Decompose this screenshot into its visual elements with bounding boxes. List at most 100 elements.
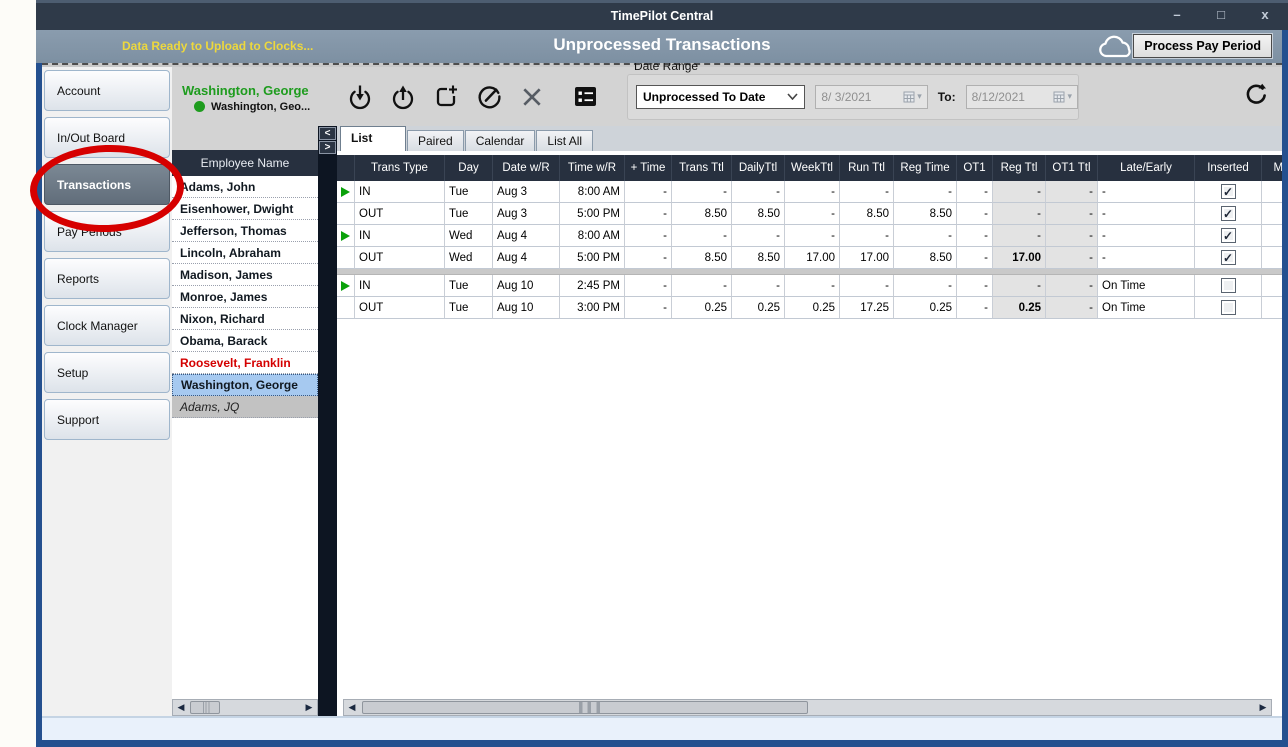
- tab-list-all[interactable]: List All: [536, 130, 593, 151]
- window-border-right: [1282, 30, 1288, 747]
- cell-trans_ttl: 8.50: [672, 203, 732, 225]
- column-header-daily_ttl[interactable]: DailyTtl: [732, 155, 785, 181]
- cell-reg_ttl: 17.00: [993, 247, 1046, 269]
- employee-list-item[interactable]: Lincoln, Abraham: [172, 242, 318, 264]
- to-date-field[interactable]: 8/12/2021 ▾: [966, 85, 1078, 109]
- column-header-mo[interactable]: Mo: [1262, 155, 1282, 181]
- employee-list-item[interactable]: Obama, Barack: [172, 330, 318, 352]
- selected-employee-sub-name: Washington, Geo...: [211, 101, 310, 113]
- cell-late_early: -: [1098, 247, 1195, 269]
- column-header-trans_ttl[interactable]: Trans Ttl: [672, 155, 732, 181]
- employee-list-item[interactable]: Jefferson, Thomas: [172, 220, 318, 242]
- inserted-checkbox-checked[interactable]: ✓: [1221, 206, 1236, 221]
- sidebar-item-setup[interactable]: Setup: [44, 352, 170, 393]
- date-range-label: Date Range: [634, 63, 698, 73]
- transaction-row[interactable]: OUTWedAug 45:00 PM-8.508.5017.0017.008.5…: [337, 247, 1282, 269]
- cell-trans_type: IN: [355, 275, 445, 297]
- column-header-ot1_ttl[interactable]: OT1 Ttl: [1046, 155, 1098, 181]
- column-header-day[interactable]: Day: [445, 155, 493, 181]
- calendar-picker-icon: ▾: [903, 91, 922, 103]
- transaction-row[interactable]: INTueAug 38:00 AM----------✓: [337, 181, 1282, 203]
- view-options-icon[interactable]: [571, 83, 599, 111]
- scroll-left-arrow-icon[interactable]: ◀: [173, 700, 189, 715]
- column-header-date_wr[interactable]: Date w/R: [493, 155, 560, 181]
- transaction-row[interactable]: INTueAug 102:45 PM---------On Time: [337, 275, 1282, 297]
- employee-list-item[interactable]: Monroe, James: [172, 286, 318, 308]
- cell-date_wr: Aug 10: [493, 275, 560, 297]
- transaction-row[interactable]: OUTTueAug 35:00 PM-8.508.50-8.508.50----…: [337, 203, 1282, 225]
- column-header-run_ttl[interactable]: Run Ttl: [840, 155, 894, 181]
- cell-week_ttl: 0.25: [785, 297, 840, 319]
- employee-list-item[interactable]: Nixon, Richard: [172, 308, 318, 330]
- tab-list[interactable]: List: [340, 126, 406, 151]
- tab-paired[interactable]: Paired: [407, 130, 464, 151]
- employee-list-item[interactable]: Washington, George: [172, 374, 318, 396]
- column-header-late_early[interactable]: Late/Early: [1098, 155, 1195, 181]
- minimize-button[interactable]: –: [1168, 7, 1186, 22]
- refresh-icon[interactable]: [1245, 83, 1268, 111]
- clock-out-icon[interactable]: [389, 83, 417, 111]
- employee-panel: Employee Name Adams, JohnEisenhower, Dwi…: [172, 126, 318, 716]
- cell-trans_ttl: -: [672, 275, 732, 297]
- column-header-time_wr[interactable]: Time w/R: [560, 155, 625, 181]
- sidebar-item-pay-periods[interactable]: Pay Periods: [44, 211, 170, 252]
- column-header-week_ttl[interactable]: WeekTtl: [785, 155, 840, 181]
- column-header-reg_ttl[interactable]: Reg Ttl: [993, 155, 1046, 181]
- employee-list-item[interactable]: Eisenhower, Dwight: [172, 198, 318, 220]
- collapse-panel-left-button[interactable]: <: [319, 127, 336, 140]
- sidebar-item-in-out-board[interactable]: In/Out Board: [44, 117, 170, 158]
- sidebar-item-reports[interactable]: Reports: [44, 258, 170, 299]
- transaction-row[interactable]: OUTTueAug 103:00 PM-0.250.250.2517.250.2…: [337, 297, 1282, 319]
- inserted-checkbox-checked[interactable]: ✓: [1221, 184, 1236, 199]
- transaction-row[interactable]: INWedAug 48:00 AM----------✓: [337, 225, 1282, 247]
- employee-list-item[interactable]: Adams, JQ: [172, 396, 318, 418]
- date-range-preset-dropdown[interactable]: Unprocessed To Date: [636, 85, 805, 109]
- close-button[interactable]: x: [1256, 7, 1274, 22]
- sidebar-item-account[interactable]: Account: [44, 70, 170, 111]
- process-pay-period-button[interactable]: Process Pay Period: [1133, 34, 1272, 58]
- clock-in-icon[interactable]: [346, 83, 374, 111]
- cloud-icon[interactable]: [1096, 35, 1136, 65]
- main-area: Account In/Out Board Transactions Pay Perio…: [42, 63, 1282, 740]
- employee-list-item[interactable]: Madison, James: [172, 264, 318, 286]
- add-transaction-icon[interactable]: [432, 83, 460, 111]
- employee-list-item[interactable]: Roosevelt, Franklin: [172, 352, 318, 374]
- scroll-right-arrow-icon[interactable]: ▶: [301, 700, 317, 715]
- sidebar-item-support[interactable]: Support: [44, 399, 170, 440]
- sidebar-item-transactions[interactable]: Transactions: [44, 164, 170, 205]
- delete-transaction-icon[interactable]: [518, 83, 546, 111]
- column-header-ot1[interactable]: OT1: [957, 155, 993, 181]
- column-header-plus_time[interactable]: + Time: [625, 155, 672, 181]
- inserted-checkbox-unchecked[interactable]: [1221, 278, 1236, 293]
- page-title: Unprocessed Transactions: [553, 35, 770, 55]
- employee-list-header: Employee Name: [172, 150, 318, 176]
- sidebar-item-clock-manager[interactable]: Clock Manager: [44, 305, 170, 346]
- cell-inserted: ✓: [1195, 203, 1262, 225]
- employee-list: Adams, JohnEisenhower, DwightJefferson, …: [172, 176, 318, 418]
- from-date-field[interactable]: 8/ 3/2021 ▾: [815, 85, 927, 109]
- column-header-inserted[interactable]: Inserted: [1195, 155, 1262, 181]
- inserted-checkbox-checked[interactable]: ✓: [1221, 228, 1236, 243]
- inserted-checkbox-checked[interactable]: ✓: [1221, 250, 1236, 265]
- expand-panel-right-button[interactable]: >: [319, 141, 336, 154]
- cell-run_ttl: -: [840, 225, 894, 247]
- cell-late_early: On Time: [1098, 297, 1195, 319]
- cell-ot1_ttl: -: [1046, 297, 1098, 319]
- cell-marker: [337, 181, 355, 203]
- maximize-button[interactable]: □: [1212, 7, 1230, 22]
- scroll-right-arrow-icon[interactable]: ▶: [1255, 700, 1271, 715]
- column-header-reg_time[interactable]: Reg Time: [894, 155, 957, 181]
- cell-mo: [1262, 275, 1282, 297]
- scrollbar-thumb[interactable]: [190, 701, 220, 714]
- table-horizontal-scrollbar[interactable]: ◀ ▶: [343, 699, 1272, 716]
- inserted-checkbox-unchecked[interactable]: [1221, 300, 1236, 315]
- tab-calendar[interactable]: Calendar: [465, 130, 536, 151]
- scroll-left-arrow-icon[interactable]: ◀: [344, 700, 360, 715]
- employee-list-item[interactable]: Adams, John: [172, 176, 318, 198]
- employee-list-scrollbar[interactable]: ◀ ▶: [172, 699, 318, 716]
- column-header-trans_type[interactable]: Trans Type: [355, 155, 445, 181]
- cell-time_wr: 5:00 PM: [560, 203, 625, 225]
- column-header-marker[interactable]: [337, 155, 355, 181]
- edit-transaction-icon[interactable]: [475, 83, 503, 111]
- scrollbar-thumb[interactable]: [362, 701, 808, 714]
